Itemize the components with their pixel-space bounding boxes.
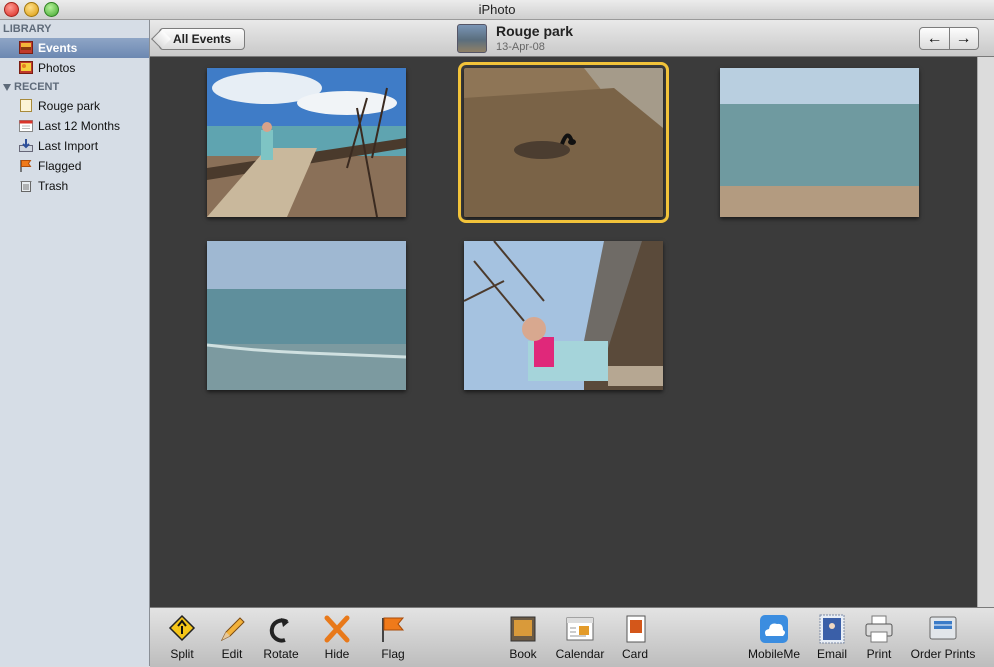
order-prints-icon: [929, 616, 957, 640]
flag-icon: [20, 160, 32, 172]
sidebar-item-rouge-park[interactable]: Rouge park: [0, 96, 149, 116]
photo-grid: [150, 57, 977, 607]
bottom-toolbar: Split Edit Rotate Hide Flag Book Calenda…: [150, 607, 994, 667]
photo-thumbnail-selected[interactable]: [458, 62, 669, 223]
sidebar-item-photos[interactable]: Photos: [0, 58, 149, 78]
hide-x-icon: [324, 615, 350, 643]
sidebar-item-flagged[interactable]: Flagged: [0, 156, 149, 176]
calendar-icon: [19, 120, 33, 132]
window-title: iPhoto: [478, 2, 516, 17]
printer-icon: [865, 615, 893, 643]
photos-icon: [19, 61, 33, 74]
card-button[interactable]: Card: [606, 612, 664, 664]
email-stamp-icon: [819, 614, 845, 644]
source-list-sidebar: LIBRARY Events Photos RECENT Rouge park …: [0, 20, 150, 666]
sidebar-item-label: Flagged: [38, 159, 82, 173]
event-date: 13-Apr-08: [496, 41, 545, 53]
card-icon: [626, 615, 646, 643]
import-icon: [19, 139, 33, 152]
event-album-icon: [20, 99, 32, 112]
library-section-header: LIBRARY: [3, 23, 52, 35]
right-arrow-icon: →: [955, 30, 972, 47]
print-button[interactable]: Print: [850, 612, 908, 664]
photo-thumbnail[interactable]: [464, 241, 663, 390]
sidebar-item-events[interactable]: Events: [0, 38, 149, 58]
photo-thumbnail[interactable]: [207, 241, 406, 390]
vertical-scrollbar[interactable]: [977, 57, 994, 607]
disclosure-triangle-icon[interactable]: [3, 83, 11, 91]
previous-event-button[interactable]: ←: [920, 28, 950, 49]
calendar-icon: [566, 617, 594, 641]
order-prints-button[interactable]: Order Prints: [911, 612, 975, 664]
sidebar-item-trash[interactable]: Trash: [0, 176, 149, 196]
event-toolbar: All Events Rouge park 13-Apr-08 ← →: [150, 20, 994, 57]
window-titlebar: iPhoto: [0, 0, 994, 20]
sidebar-item-label: Photos: [38, 61, 76, 75]
sidebar-item-label: Rouge park: [38, 99, 101, 113]
left-arrow-icon: ←: [926, 30, 943, 47]
event-thumbnail: [457, 24, 487, 53]
event-navigation: ← →: [919, 27, 979, 50]
rotate-icon: [269, 618, 289, 643]
flag-icon: [382, 617, 405, 642]
sidebar-item-label: Last 12 Months: [38, 119, 121, 133]
trash-icon: [20, 181, 32, 192]
sidebar-item-last-12-months[interactable]: Last 12 Months: [0, 116, 149, 136]
all-events-button[interactable]: All Events: [159, 28, 245, 50]
photo-thumbnail[interactable]: [720, 68, 919, 217]
sidebar-item-label: Last Import: [38, 139, 99, 153]
events-icon: [19, 41, 33, 54]
sidebar-item-label: Trash: [38, 179, 69, 193]
event-title: Rouge park: [496, 23, 574, 39]
split-icon: [168, 614, 196, 642]
sidebar-item-last-import[interactable]: Last Import: [0, 136, 149, 156]
flag-button[interactable]: Flag: [364, 612, 422, 664]
mobileme-cloud-icon: [760, 615, 788, 643]
recent-section-header[interactable]: RECENT: [0, 78, 149, 96]
sidebar-item-label: Events: [38, 41, 78, 55]
book-icon: [510, 616, 536, 642]
photo-thumbnail[interactable]: [207, 68, 406, 217]
edit-pencil-icon: [220, 617, 245, 642]
next-event-button[interactable]: →: [949, 28, 978, 49]
